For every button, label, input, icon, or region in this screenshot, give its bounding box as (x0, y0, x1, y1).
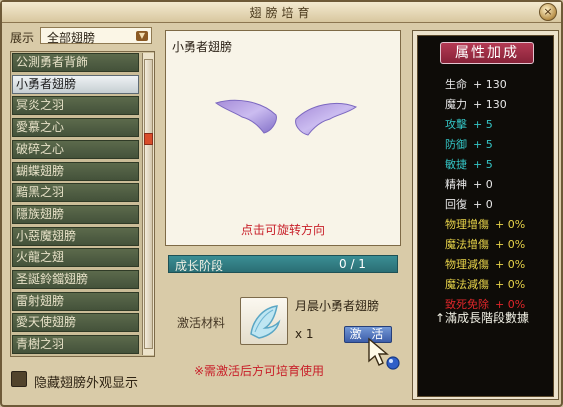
attribute-row: 物理增傷 + 0% (445, 216, 525, 232)
wing-cultivation-window: 翅膀培育 × 展示 全部翅膀 ▼ 公測勇者背飾 小勇者翅膀 冥炎之羽 愛慕之心 破碎之心… (0, 0, 563, 407)
attribute-name: 精神 (445, 178, 467, 191)
attribute-name: 魔力 (445, 98, 467, 111)
material-slot[interactable] (240, 297, 288, 345)
rotate-hint: 点击可旋转方向 (240, 223, 325, 237)
wing-list-item[interactable]: 小勇者翅膀 (12, 74, 139, 94)
growth-stage-value: 0 / 1 (339, 257, 366, 271)
wing-preview[interactable]: 小勇者翅膀 点击可旋转方向 (165, 30, 401, 246)
wing-list-item[interactable]: 圣誕鈴鐺翅膀 (12, 270, 139, 289)
material-quantity: x 1 (295, 327, 314, 341)
attribute-value: + 0% (495, 238, 526, 251)
title-bar[interactable]: 翅膀培育 × (2, 2, 561, 23)
close-icon[interactable]: × (539, 3, 557, 21)
attribute-value: + 130 (473, 78, 507, 91)
attribute-row: 物理減傷 + 0% (445, 256, 525, 272)
attribute-name: 物理減傷 (445, 258, 489, 271)
scroll-track[interactable] (144, 59, 153, 349)
wing-list-item[interactable]: 火龍之翅 (12, 248, 139, 268)
attribute-row: 敏捷 + 5 (445, 156, 493, 172)
pointer-cursor-icon (368, 337, 400, 370)
attribute-value: + 5 (473, 138, 493, 151)
wing-list-item[interactable]: 蝴蝶翅膀 (12, 161, 139, 181)
window-title: 翅膀培育 (249, 6, 314, 20)
activation-note: ※需激活后方可培育使用 (194, 364, 325, 378)
attribute-value: + 0% (495, 278, 526, 291)
attribute-value: + 5 (473, 158, 493, 171)
growth-stage-bar: 成长阶段 0 / 1 (168, 255, 398, 273)
attribute-name: 生命 (445, 78, 467, 91)
filter-value: 全部翅膀 (47, 31, 96, 45)
attribute-value: + 0 (473, 198, 493, 211)
attribute-panel: 属性加成 ↑滿成長階段數據 生命 + 130 魔力 + 130 攻擊 + 5 防御 + 5 敏捷… (412, 30, 559, 400)
attribute-row: 生命 + 130 (445, 76, 507, 92)
attribute-panel-title: 属性加成 (440, 42, 534, 64)
wing-list-item[interactable]: 隱族翅膀 (12, 204, 139, 224)
attribute-list: 属性加成 ↑滿成長階段數據 生命 + 130 魔力 + 130 攻擊 + 5 防御 + 5 敏捷… (417, 35, 554, 397)
attribute-name: 魔法減傷 (445, 278, 489, 291)
wing-list-item[interactable]: 破碎之心 (12, 139, 139, 159)
preview-wing-name: 小勇者翅膀 (172, 40, 233, 54)
attribute-name: 防御 (445, 138, 467, 151)
wing-list-item[interactable]: 雷射翅膀 (12, 291, 139, 311)
attribute-row: 精神 + 0 (445, 176, 493, 192)
attribute-value: + 0% (495, 298, 526, 311)
hide-appearance-checkbox[interactable] (11, 371, 27, 387)
filter-dropdown[interactable]: 全部翅膀 ▼ (40, 27, 152, 45)
attribute-value: + 0% (495, 258, 526, 271)
attribute-name: 敏捷 (445, 158, 467, 171)
attribute-row: 攻擊 + 5 (445, 116, 493, 132)
material-label: 激活材料 (177, 316, 226, 330)
wing-item-icon (250, 305, 281, 339)
attribute-name: 攻擊 (445, 118, 467, 131)
attribute-row: 魔法減傷 + 0% (445, 276, 525, 292)
attribute-name: 致死免除 (445, 298, 489, 311)
attribute-name: 魔法增傷 (445, 238, 489, 251)
attribute-value: + 5 (473, 118, 493, 131)
attribute-row: 魔法增傷 + 0% (445, 236, 525, 252)
attribute-value: + 0% (495, 218, 526, 231)
attribute-row: 魔力 + 130 (445, 96, 507, 112)
wing-list-item[interactable]: 黯黑之羽 (12, 183, 139, 203)
growth-stage-label: 成长阶段 (175, 259, 224, 273)
wing-list-item[interactable]: 公測勇者背飾 (12, 53, 139, 72)
scrollbar[interactable] (142, 53, 154, 355)
attribute-row: 防御 + 5 (445, 136, 493, 152)
wing-list-item[interactable]: 青樹之羽 (12, 335, 139, 355)
wing-list-item[interactable]: 愛慕之心 (12, 118, 139, 138)
material-name: 月晨小勇者翅膀 (295, 299, 380, 313)
wing-list-item[interactable]: 冥炎之羽 (12, 96, 139, 116)
attribute-name: 回復 (445, 198, 467, 211)
attribute-name: 物理增傷 (445, 218, 489, 231)
wing-list-item[interactable]: 愛天使翅膀 (12, 313, 139, 333)
attribute-value: + 130 (473, 98, 507, 111)
hide-appearance-label: 隐藏翅膀外观显示 (34, 376, 139, 391)
attribute-row: 致死免除 + 0% (445, 296, 525, 312)
wing-list: 公測勇者背飾 小勇者翅膀 冥炎之羽 愛慕之心 破碎之心 蝴蝶翅膀 黯黑之羽 隱族翅膀 小惡魔翅膀… (10, 51, 155, 357)
attribute-row: 回復 + 0 (445, 196, 493, 212)
scroll-thumb[interactable] (144, 133, 153, 145)
filter-label: 展示 (10, 31, 35, 45)
attribute-value: + 0 (473, 178, 493, 191)
wing-list-item[interactable]: 小惡魔翅膀 (12, 226, 139, 246)
wing-image (214, 99, 358, 136)
chevron-down-icon[interactable]: ▼ (136, 31, 148, 41)
